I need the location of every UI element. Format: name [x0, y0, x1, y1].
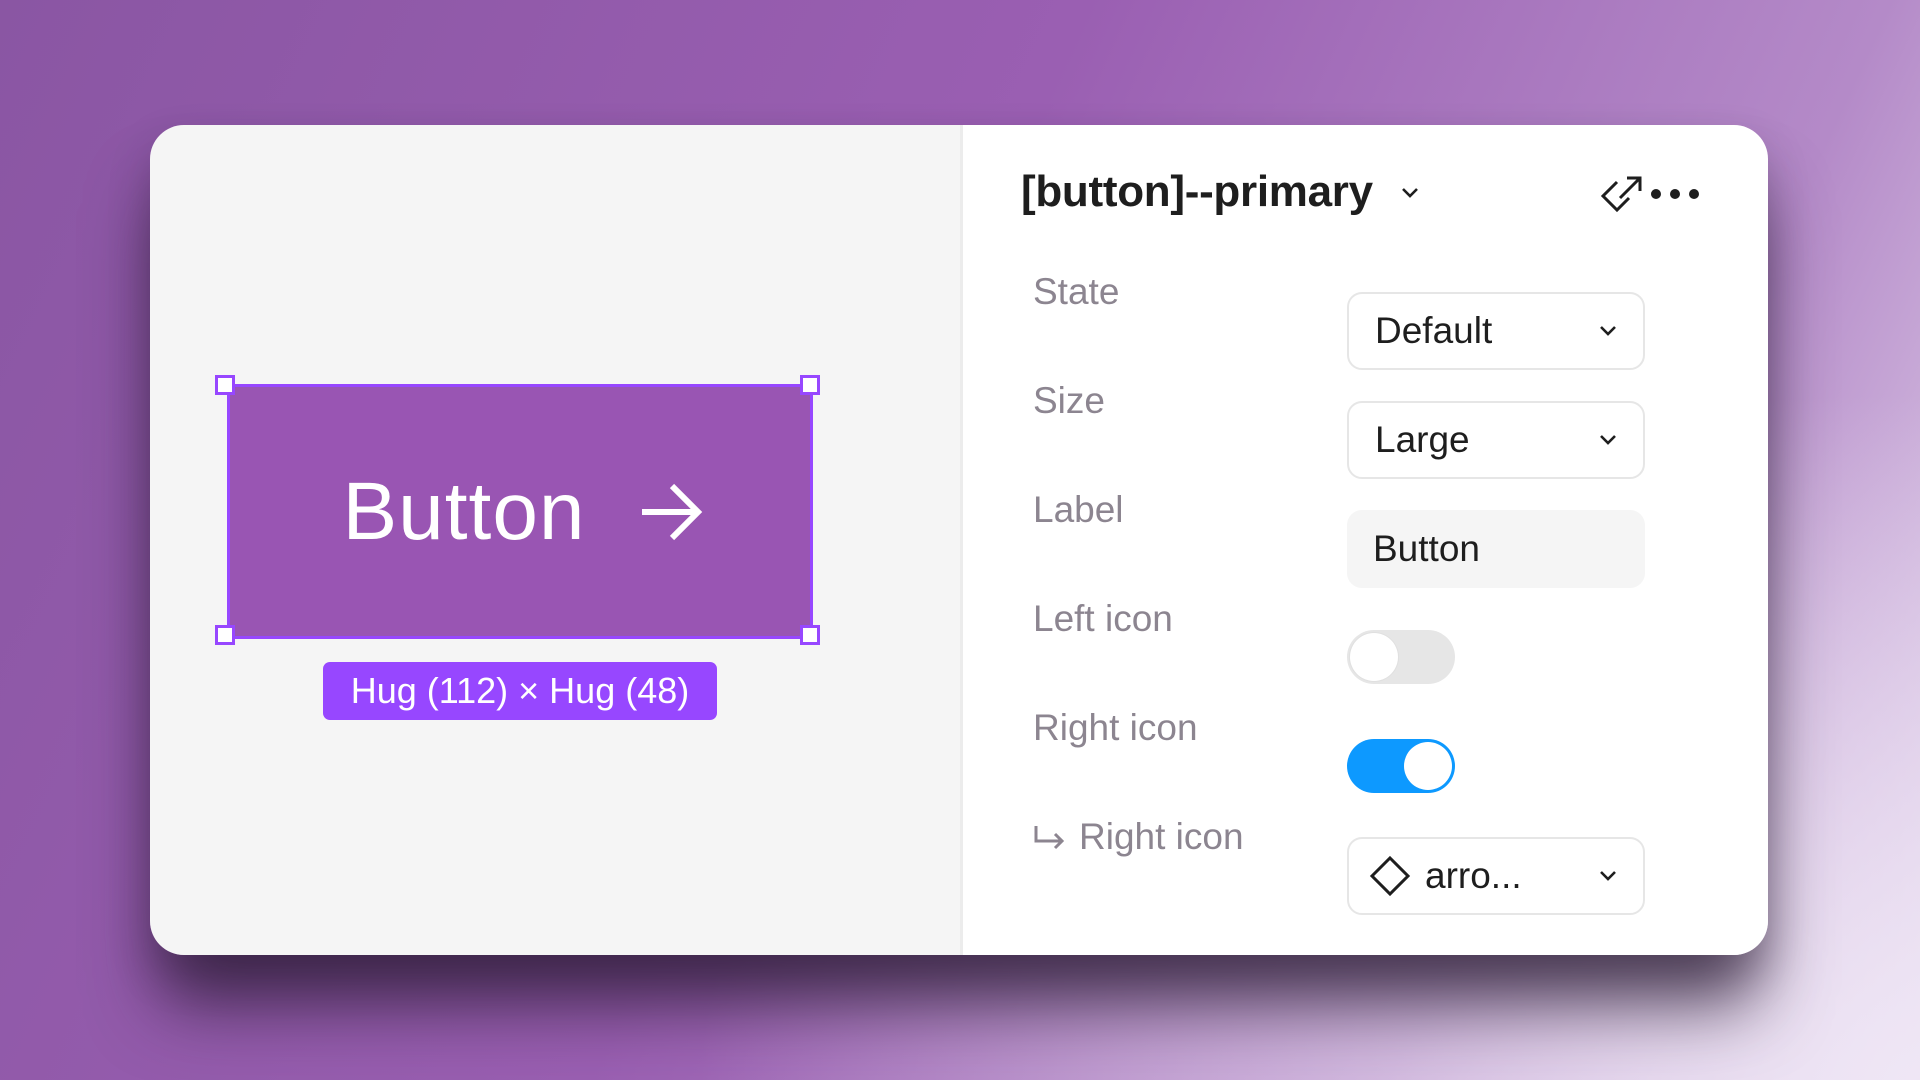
- dot: [1651, 189, 1661, 199]
- nested-property-arrow-icon: [1034, 826, 1065, 850]
- label-text-field[interactable]: Button: [1347, 510, 1645, 588]
- arrow-right-icon: [638, 481, 704, 543]
- size-label: Size: [1033, 380, 1105, 421]
- state-dropdown[interactable]: Default: [1347, 292, 1645, 370]
- toggle-knob: [1404, 742, 1452, 790]
- resize-handle-bottom-right[interactable]: [800, 625, 820, 645]
- size-dropdown[interactable]: Large: [1347, 401, 1645, 479]
- state-value: Default: [1375, 310, 1493, 351]
- properties-panel: [button]--primary State Default Size Lar…: [963, 125, 1768, 955]
- button-label: Button: [342, 465, 586, 557]
- design-canvas[interactable]: Button Hug (112) × Hug (48): [150, 125, 963, 955]
- resize-handle-top-right[interactable]: [800, 375, 820, 395]
- right-icon-value: arro...: [1425, 855, 1522, 896]
- toggle-knob: [1350, 633, 1398, 681]
- component-title: [button]--primary: [1021, 167, 1373, 216]
- state-label: State: [1033, 271, 1120, 312]
- right-icon-instance-swap[interactable]: arro...: [1347, 837, 1645, 915]
- selected-button-instance[interactable]: Button: [227, 384, 813, 639]
- nested-right-icon-text: Right icon: [1079, 816, 1244, 857]
- chevron-down-icon: [1600, 326, 1616, 336]
- left-icon-toggle[interactable]: [1347, 630, 1455, 684]
- nested-right-icon-label: Right icon: [1033, 816, 1244, 858]
- chevron-down-icon[interactable]: [1401, 186, 1419, 204]
- component-title-row[interactable]: [button]--primary: [1021, 167, 1419, 217]
- resize-handle-bottom-left[interactable]: [215, 625, 235, 645]
- dot: [1689, 189, 1699, 199]
- label-label: Label: [1033, 489, 1124, 530]
- component-instance-icon: [1369, 855, 1411, 897]
- label-value: Button: [1373, 528, 1480, 569]
- right-icon-label: Right icon: [1033, 707, 1198, 748]
- more-options-icon[interactable]: [1651, 189, 1699, 199]
- go-to-main-component-icon[interactable]: [1599, 173, 1645, 224]
- resize-handle-top-left[interactable]: [215, 375, 235, 395]
- left-icon-label: Left icon: [1033, 598, 1173, 639]
- button-content: Button: [230, 387, 810, 636]
- right-icon-toggle[interactable]: [1347, 739, 1455, 793]
- size-badge: Hug (112) × Hug (48): [323, 662, 717, 720]
- chevron-down-icon: [1600, 435, 1616, 445]
- component-card: Button Hug (112) × Hug (48) [button]--pr…: [150, 125, 1768, 955]
- dot: [1670, 189, 1680, 199]
- size-value: Large: [1375, 419, 1470, 460]
- chevron-down-icon: [1600, 871, 1616, 881]
